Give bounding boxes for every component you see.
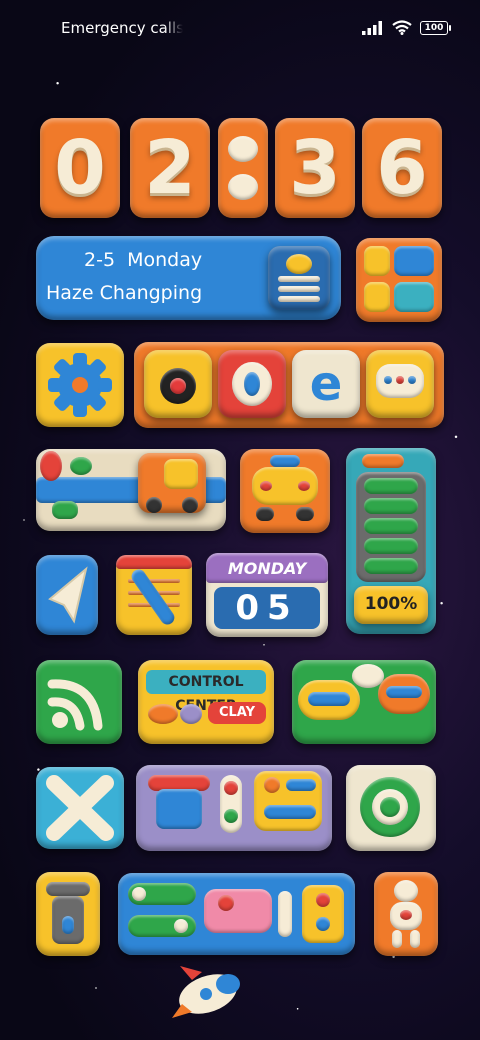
flashlight-icon[interactable] — [36, 872, 100, 956]
battery-widget[interactable]: 100% — [346, 448, 436, 634]
rocket-icon[interactable] — [168, 960, 248, 1036]
clock-digit-minute-tens[interactable]: 3 — [275, 118, 355, 218]
telegram-icon[interactable] — [36, 555, 98, 635]
battery-indicator: 100 — [420, 20, 451, 35]
x-icon[interactable] — [36, 767, 124, 849]
chat-bubbles-icon[interactable] — [292, 660, 436, 744]
camera-icon[interactable] — [144, 350, 212, 418]
status-bar: Emergency calls only 100 — [0, 0, 480, 56]
battery-level-cell-3 — [364, 518, 418, 534]
battery-percent-label: 100% — [354, 586, 428, 624]
date-weather-widget[interactable]: 2-5 Monday Haze Changping — [36, 236, 341, 320]
battery-level-cell-4 — [364, 538, 418, 554]
carrier-text: Emergency calls only — [61, 19, 183, 37]
taxi-icon[interactable] — [240, 449, 330, 533]
battery-level-cell-5 — [364, 558, 418, 574]
battery-level-cell-2 — [364, 498, 418, 514]
toggles-widget-icon[interactable] — [136, 765, 332, 851]
clock-digit-minute-ones[interactable]: 6 — [362, 118, 442, 218]
browser-e-icon[interactable]: e — [292, 350, 360, 418]
wifi-icon — [392, 20, 412, 35]
battery-level-cell-1 — [364, 478, 418, 494]
widgets-app-icon[interactable] — [356, 238, 442, 322]
messages-icon[interactable] — [366, 350, 434, 418]
weather-location: Haze Changping — [46, 282, 203, 304]
date-text: 2-5 Monday — [84, 249, 203, 271]
clock-digit-hour-tens[interactable]: 0 — [40, 118, 120, 218]
sun-haze-icon — [268, 246, 330, 310]
signal-bars-icon — [362, 20, 382, 35]
control-center-subtitle: CLAY — [208, 702, 266, 724]
clock-colon[interactable] — [218, 118, 268, 218]
system-icons: 100 — [362, 20, 451, 35]
truck-icon — [138, 453, 206, 513]
calendar-widget[interactable]: MONDAY 05 — [206, 553, 328, 637]
notes-pen-icon[interactable] — [116, 555, 192, 635]
app-dock-row: e — [134, 342, 444, 428]
opera-browser-icon[interactable] — [218, 350, 286, 418]
control-center-widget[interactable]: CONTROL CENTER CLAY — [138, 660, 274, 744]
calendar-weekday: MONDAY — [227, 559, 307, 578]
settings-icon[interactable] — [36, 343, 124, 427]
quick-toggles-icon[interactable] — [118, 873, 355, 955]
clock-digit-hour-ones[interactable]: 2 — [130, 118, 210, 218]
maps-icon[interactable] — [36, 449, 226, 531]
whatsapp-icon[interactable] — [346, 765, 436, 851]
control-center-title: CONTROL CENTER — [146, 670, 266, 714]
calendar-day: 05 — [214, 587, 320, 629]
figure-icon[interactable] — [374, 872, 438, 956]
rss-icon[interactable] — [36, 660, 122, 744]
